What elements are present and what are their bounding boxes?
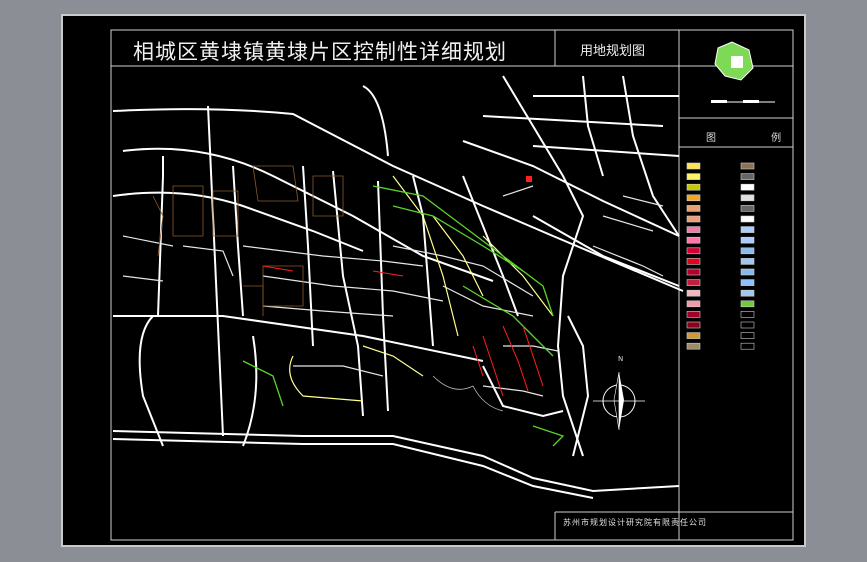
legend-swatch xyxy=(740,236,755,244)
legend-swatch xyxy=(686,332,701,339)
cad-viewport[interactable]: 相城区黄埭镇黄埭片区控制性详细规划 用地规划图 图 例 N 苏州市规划设计研究院… xyxy=(61,14,806,547)
legend-swatch xyxy=(740,300,755,308)
legend-swatch xyxy=(686,194,701,202)
legend-swatch xyxy=(740,215,755,223)
legend-swatch xyxy=(686,215,701,223)
legend-left-column xyxy=(686,162,701,350)
legend-swatch xyxy=(686,205,701,212)
land-use-plan-drawing xyxy=(110,29,794,541)
legend-swatch xyxy=(686,226,701,233)
legend-swatch xyxy=(740,321,755,329)
legend-swatch xyxy=(686,300,701,308)
legend-swatch xyxy=(740,247,755,255)
road-network xyxy=(112,75,684,499)
legend-swatch xyxy=(740,205,755,212)
plan-title: 相城区黄埭镇黄埭片区控制性详细规划 xyxy=(133,40,507,64)
legend-swatch xyxy=(740,311,755,318)
legend-swatch xyxy=(740,194,755,202)
legend-swatch xyxy=(740,258,755,265)
legend-swatch xyxy=(740,173,755,180)
north-arrow xyxy=(593,371,645,431)
legend-header: 图 例 xyxy=(706,133,808,144)
legend-swatch xyxy=(740,342,755,350)
legend-swatch xyxy=(740,268,755,276)
legend-swatch xyxy=(686,311,701,318)
legend-swatch xyxy=(686,173,701,180)
plan-subtitle: 用地规划图 xyxy=(580,44,646,59)
legend-swatch xyxy=(740,289,755,297)
key-map xyxy=(711,41,775,103)
legend-swatch xyxy=(686,342,701,350)
legend-swatch xyxy=(740,279,755,286)
legend-swatch xyxy=(686,162,701,170)
legend-swatch xyxy=(686,289,701,297)
legend-right-column xyxy=(740,162,755,350)
legend-swatch xyxy=(686,268,701,276)
footer-company: 苏州市规划设计研究院有限责任公司 xyxy=(563,518,707,527)
legend-swatch xyxy=(740,226,755,233)
legend-swatch xyxy=(686,236,701,244)
north-label: N xyxy=(618,355,624,363)
legend-swatch xyxy=(686,279,701,286)
legend-swatch xyxy=(686,258,701,265)
legend-swatch xyxy=(686,247,701,255)
legend-swatch xyxy=(740,162,755,170)
legend-swatch xyxy=(740,332,755,339)
legend-swatch xyxy=(740,183,755,191)
legend-swatch xyxy=(686,183,701,191)
legend-swatch xyxy=(686,321,701,329)
